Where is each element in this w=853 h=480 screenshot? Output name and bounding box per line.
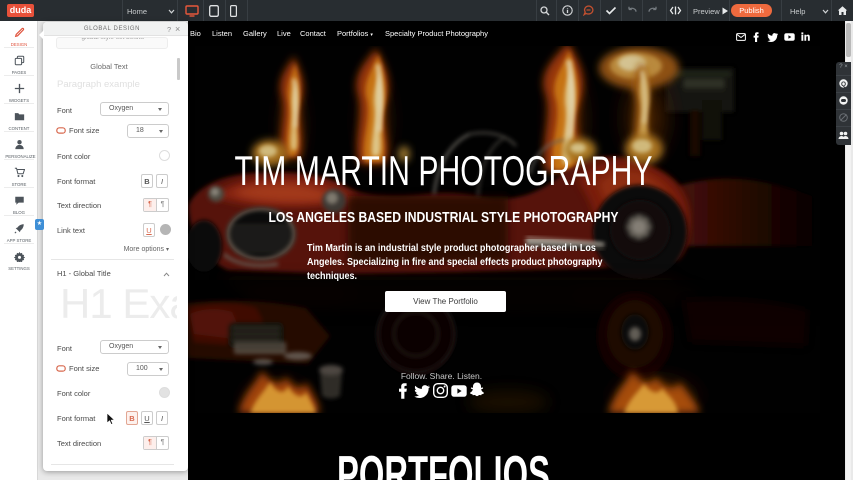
svg-text:Q: Q (841, 81, 846, 88)
